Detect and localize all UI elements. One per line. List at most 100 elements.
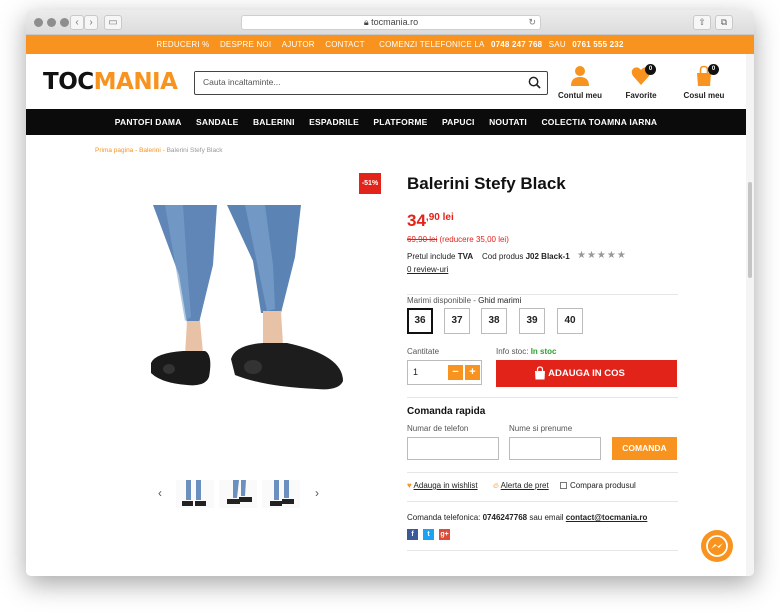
quick-order-button[interactable]: COMANDA (612, 437, 677, 460)
url-text: tocmania.ro (371, 17, 419, 27)
stock-status: In stoc (530, 347, 557, 356)
size-option-38[interactable]: 38 (481, 308, 507, 334)
search-icon[interactable] (528, 76, 541, 89)
logo-part-1: TOC (43, 69, 94, 95)
facebook-icon[interactable]: f (407, 529, 418, 540)
flame-icon: 🔥︎ (493, 481, 499, 490)
rating-stars-icon[interactable]: ★★★★★ (577, 250, 627, 261)
site-header: TOCMANIA Contul meu 0 Favorite 0 Cosul m… (26, 54, 754, 108)
favorites-count-badge: 0 (645, 64, 656, 75)
main-navigation: PANTOFI DAMA SANDALE BALERINI ESPADRILE … (26, 109, 746, 135)
favorites-icon-wrap: 0 (611, 64, 671, 88)
minimize-window-button[interactable] (47, 18, 56, 27)
google-plus-icon[interactable]: g+ (439, 529, 450, 540)
add-to-cart-button[interactable]: ADAUGA IN COS (496, 360, 677, 387)
browser-window: ‹ › ▭ 🔒︎ tocmania.ro ↻ ⇧ ⧉ REDUCERI % DE… (26, 10, 754, 576)
thumbnail-2[interactable] (219, 480, 257, 508)
search-input[interactable] (195, 72, 515, 92)
account-link[interactable]: Contul meu (550, 64, 610, 100)
sidebar-icon[interactable]: ▭ (104, 15, 122, 30)
reload-icon[interactable]: ↻ (528, 16, 536, 29)
nav-sandale[interactable]: SANDALE (196, 109, 239, 135)
compare-label: Compara produsul (570, 481, 636, 490)
divider (407, 472, 678, 473)
discount-badge: -51% (359, 173, 381, 194)
cart-link[interactable]: 0 Cosul meu (674, 64, 734, 100)
shopping-bag-icon (535, 366, 545, 380)
nav-balerini[interactable]: BALERINI (253, 109, 295, 135)
gallery-next-icon[interactable]: › (315, 486, 319, 500)
price-alert-label: Alerta de pret (500, 481, 549, 490)
nav-pantofi-dama[interactable]: PANTOFI DAMA (115, 109, 182, 135)
quantity-stepper: 1 − + (407, 360, 482, 385)
messenger-icon (706, 535, 728, 557)
name-field[interactable] (509, 437, 601, 460)
savings-text: (reducere 35,00 lei) (439, 235, 509, 244)
phone-field[interactable] (407, 437, 499, 460)
size-option-37[interactable]: 37 (444, 308, 470, 334)
compare-checkbox[interactable] (560, 482, 567, 489)
contact-email[interactable]: contact@tocmania.ro (566, 513, 648, 522)
forward-icon[interactable]: › (84, 15, 98, 30)
nav-colectia-toamna-iarna[interactable]: COLECTIA TOAMNA IARNA (541, 109, 657, 135)
topbar-link-contact[interactable]: CONTACT (325, 40, 364, 49)
topbar-phone-text: COMENZI TELEFONICE LA 0748 247 768 SAU 0… (375, 40, 623, 49)
wishlist-link[interactable]: ♥ Adauga in wishlist (407, 481, 478, 490)
site-logo[interactable]: TOCMANIA (43, 69, 178, 95)
page-scrollbar[interactable] (746, 54, 754, 576)
contact-phone[interactable]: 0746247768 (483, 513, 528, 522)
messenger-chat-button[interactable] (701, 530, 733, 562)
nav-noutati[interactable]: NOUTATI (489, 109, 527, 135)
topbar-link-despre[interactable]: DESPRE NOI (220, 40, 271, 49)
vat-value: TVA (457, 252, 474, 261)
breadcrumb: Prima pagina - Balerini - Balerini Stefy… (95, 147, 223, 154)
back-icon[interactable]: ‹ (70, 15, 84, 30)
quantity-plus-button[interactable]: + (465, 365, 480, 380)
size-option-40[interactable]: 40 (557, 308, 583, 334)
zoom-window-button[interactable] (60, 18, 69, 27)
tabs-icon[interactable]: ⧉ (715, 15, 733, 30)
price-alert-link[interactable]: 🔥︎ Alerta de pret (493, 481, 549, 491)
thumbnail-image (182, 480, 206, 506)
old-price-value: 69,90 lei (407, 235, 438, 244)
price-integer: 34 (407, 211, 426, 230)
product-main-image[interactable] (95, 205, 387, 427)
size-guide-link[interactable]: Ghid marimi (478, 296, 521, 305)
contact-email-label: sau email (527, 513, 566, 522)
twitter-icon[interactable]: t (423, 529, 434, 540)
sizes-label: Marimi disponibile - Ghid marimi (407, 296, 521, 305)
size-option-36[interactable]: 36 (407, 308, 433, 334)
favorites-link[interactable]: 0 Favorite (611, 64, 671, 100)
topbar-link-ajutor[interactable]: AJUTOR (282, 40, 315, 49)
thumbnail-image (227, 480, 252, 504)
quantity-minus-button[interactable]: − (448, 365, 463, 380)
stock-info: Info stoc: In stoc (496, 347, 556, 356)
breadcrumb-category[interactable]: Balerini (139, 147, 161, 154)
nav-platforme[interactable]: PLATFORME (373, 109, 427, 135)
quick-order-title: Comanda rapida (407, 406, 486, 417)
nav-espadrile[interactable]: ESPADRILE (309, 109, 359, 135)
reviews-link[interactable]: 0 review-uri (407, 265, 448, 274)
quantity-input[interactable]: 1 (413, 361, 418, 384)
sizes-available-label: Marimi disponibile - (407, 296, 479, 305)
divider (407, 550, 678, 551)
thumbnail-strip (154, 480, 329, 510)
thumbnail-3[interactable] (262, 480, 300, 508)
share-icon[interactable]: ⇧ (693, 15, 711, 30)
breadcrumb-home[interactable]: Prima pagina (95, 147, 133, 154)
compare-product[interactable]: Compara produsul (560, 481, 636, 490)
scrollbar-thumb[interactable] (748, 182, 752, 278)
cart-label: Cosul meu (683, 91, 725, 100)
thumbnail-1[interactable] (176, 480, 214, 508)
size-option-39[interactable]: 39 (519, 308, 545, 334)
phone-label: COMENZI TELEFONICE LA (379, 40, 485, 49)
topbar-link-reduceri[interactable]: REDUCERI % (156, 40, 209, 49)
nav-papuci[interactable]: PAPUCI (442, 109, 475, 135)
phone-number-1[interactable]: 0748 247 768 (491, 40, 542, 49)
close-window-button[interactable] (34, 18, 43, 27)
phone-number-2[interactable]: 0761 555 232 (572, 40, 623, 49)
product-photo (95, 205, 387, 427)
vat-label: Pretul include (407, 252, 456, 261)
address-bar[interactable]: 🔒︎ tocmania.ro ↻ (241, 15, 541, 30)
cart-count-badge: 0 (708, 64, 719, 75)
